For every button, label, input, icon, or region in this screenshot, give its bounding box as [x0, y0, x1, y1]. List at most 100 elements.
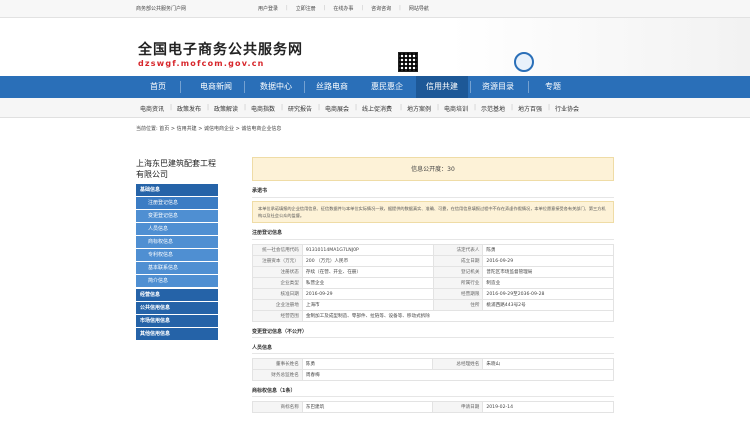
site-logo-title[interactable]: 全国电子商务公共服务网	[138, 39, 303, 59]
sidebar-item-intro[interactable]: 简介信息	[136, 275, 218, 287]
nav-separator	[244, 81, 245, 93]
sidebar-item-other-credit[interactable]: 其他信用信息	[136, 328, 218, 340]
consult-link[interactable]: 咨询咨询	[371, 5, 391, 12]
field-label: 经营期限	[432, 288, 484, 300]
field-value: 普陀区市场监督管理局	[482, 266, 614, 278]
subnav-separator: |	[474, 104, 477, 111]
registration-section-title: 注册登记信息	[252, 229, 614, 240]
field-value: 周春梅	[301, 369, 615, 381]
subnav-separator: |	[511, 104, 514, 111]
nav-credit[interactable]: 信用共建	[416, 76, 468, 98]
field-value: 陈勇	[301, 358, 434, 370]
field-label: 统一社会信用代码	[252, 244, 303, 256]
info-openness-score: 信息公开度：30	[252, 157, 614, 181]
link-separator: |	[361, 5, 364, 11]
breadcrumb: 当前位置: 首页 > 信用共建 > 诚信电商企业 > 诚信电商企业信息	[136, 126, 282, 132]
field-label: 申请日期	[432, 401, 484, 413]
field-value: 2016-09-29至2036-09-28	[482, 288, 614, 300]
field-value: 私营企业	[301, 277, 434, 289]
field-label: 企业注册地	[252, 299, 303, 311]
change-section-title: 变更登记信息（不公开）	[252, 328, 614, 338]
sidebar-item-market-credit[interactable]: 市场信用信息	[136, 315, 218, 327]
field-label: 所属行业	[432, 277, 484, 289]
register-link[interactable]: 立即注册	[296, 5, 316, 12]
sidebar-item-change[interactable]: 变更登记信息	[136, 210, 218, 222]
sidebar-item-basic-info[interactable]: 基础信息	[136, 184, 218, 196]
table-row: 经营范围 金制加工及成型制造、零部件、拉链等、设备等、移动式拆除	[252, 310, 615, 322]
site-header: 全国电子商务公共服务网 dzswgf.mofcom.gov.cn 电商公共服务订…	[0, 18, 750, 86]
subnav-separator: |	[437, 104, 440, 111]
table-row: 董事长姓名 陈勇 总经理姓名 朱晓山	[252, 358, 614, 370]
site-logo-domain: dzswgf.mofcom.gov.cn	[138, 59, 265, 68]
field-label: 经营范围	[252, 310, 303, 322]
sidebar-item-patent[interactable]: 专利权信息	[136, 249, 218, 261]
nav-silk-road[interactable]: 丝路电商	[306, 76, 358, 98]
subnav-item[interactable]: 电商展会	[325, 104, 349, 113]
table-row: 注册资本（万元） 200 （万元）人民币 成立日期 2016-09-29	[252, 255, 614, 267]
people-section-title: 人员信息	[252, 344, 614, 354]
field-value: 制造业	[482, 277, 614, 289]
subnav-item[interactable]: 示范基地	[481, 104, 505, 113]
table-row: 商标名称 东巴建筑 申请日期 2019-02-14	[252, 401, 614, 413]
site-nav-link[interactable]: 网站导航	[409, 5, 429, 12]
main-nav: 首页 电商新闻 数据中心 丝路电商 惠民惠企 信用共建 资源目录 专题	[0, 76, 750, 98]
field-value: 2019-02-14	[482, 401, 614, 413]
sidebar-item-operation[interactable]: 经营信息	[136, 289, 218, 301]
field-value: 2016-09-29	[301, 288, 434, 300]
field-label: 财务总监姓名	[252, 369, 303, 381]
portal-name[interactable]: 商务部公共服务门户网	[136, 5, 186, 12]
field-label: 核准日期	[252, 288, 303, 300]
nav-benefit[interactable]: 惠民惠企	[362, 76, 412, 98]
subnav-item[interactable]: 电商资讯	[140, 104, 164, 113]
commitment-title: 承诺书	[252, 187, 614, 198]
mini-program-code-icon	[514, 52, 534, 72]
field-label: 总经理姓名	[432, 358, 484, 370]
sidebar-item-public-credit[interactable]: 公共信用信息	[136, 302, 218, 314]
online-service-link[interactable]: 在线办事	[333, 5, 353, 12]
subnav-separator: |	[281, 104, 284, 111]
subnav-item[interactable]: 行业协会	[555, 104, 579, 113]
subnav-item[interactable]: 地方案例	[407, 104, 431, 113]
sidebar-item-contact[interactable]: 基本联系信息	[136, 262, 218, 274]
field-value: 200 （万元）人民币	[301, 255, 434, 267]
nav-data-center[interactable]: 数据中心	[250, 76, 302, 98]
sub-nav: 电商资讯 | 政策发布 | 政策解读 | 电商指数 | 研究报告 | 电商展会 …	[0, 98, 750, 118]
nav-topics[interactable]: 专题	[528, 76, 578, 98]
nav-separator	[470, 81, 471, 93]
subnav-separator: |	[318, 104, 321, 111]
main-content: 信息公开度：30 承诺书 本单位承诺填报的企业信用信息、征信数据件与本单位实际情…	[252, 157, 615, 413]
sidebar-item-registration[interactable]: 注册登记信息	[136, 197, 218, 209]
field-label: 商标名称	[252, 401, 303, 413]
table-row: 统一社会信用代码 91310114MA1G7LNJ0P 法定代表人 陈勇	[252, 244, 614, 256]
field-label: 董事长姓名	[252, 358, 303, 370]
field-label: 成立日期	[432, 255, 484, 267]
subnav-item[interactable]: 政策解读	[214, 104, 238, 113]
commitment-text: 本单位承诺填报的企业信用信息、征信数据件与本单位实际情况一致，据提供的数据真实、…	[252, 201, 614, 223]
qr-code-icon	[398, 52, 418, 72]
field-label: 注册状态	[252, 266, 303, 278]
field-label: 登记机关	[432, 266, 484, 278]
subnav-item[interactable]: 研究报告	[288, 104, 312, 113]
subnav-separator: |	[400, 104, 403, 111]
sidebar-item-people[interactable]: 人员信息	[136, 223, 218, 235]
subnav-item[interactable]: 电商培训	[444, 104, 468, 113]
field-value: 陈勇	[482, 244, 614, 256]
subnav-item[interactable]: 政策发布	[177, 104, 201, 113]
subnav-item[interactable]: 电商指数	[251, 104, 275, 113]
field-value: 朱晓山	[482, 358, 614, 370]
nav-news[interactable]: 电商新闻	[190, 76, 242, 98]
subnav-item[interactable]: 线上促消费	[362, 104, 392, 113]
field-label: 法定代表人	[432, 244, 484, 256]
subnav-separator: |	[207, 104, 210, 111]
nav-resources[interactable]: 资源目录	[472, 76, 524, 98]
login-link[interactable]: 用户登录	[258, 5, 278, 12]
top-links: 用户登录 | 立即注册 | 在线办事 | 咨询咨询 | 网站导航	[258, 5, 429, 12]
subnav-item[interactable]: 地方百强	[518, 104, 542, 113]
field-value: 91310114MA1G7LNJ0P	[301, 244, 434, 256]
sidebar: 基础信息 注册登记信息 变更登记信息 人员信息 商标权信息 专利权信息 基本联系…	[136, 184, 218, 341]
nav-home[interactable]: 首页	[136, 76, 180, 98]
sidebar-item-trademark[interactable]: 商标权信息	[136, 236, 218, 248]
table-row: 财务总监姓名 周春梅	[252, 369, 615, 381]
link-separator: |	[286, 5, 288, 11]
subnav-separator: |	[548, 104, 551, 111]
